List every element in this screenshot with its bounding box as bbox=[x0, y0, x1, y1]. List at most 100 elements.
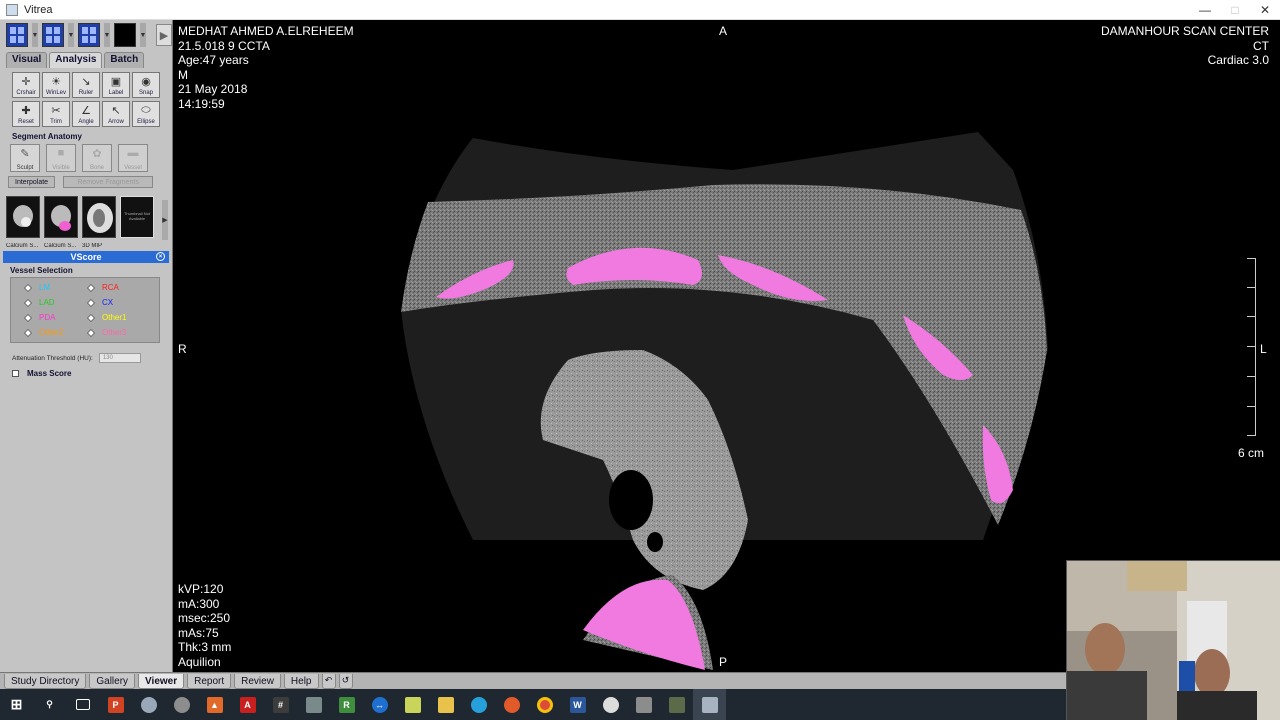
search-icon[interactable]: ⚲ bbox=[33, 689, 66, 720]
rstudio-icon[interactable]: R bbox=[330, 689, 363, 720]
sculpt-button[interactable]: ✎ Sculpt bbox=[10, 144, 40, 172]
trim-icon: ✂ bbox=[51, 105, 61, 117]
app-window: Vitrea — □ ✕ ▼ ▼ ▼ ▼ ▶ Visual Analysis B… bbox=[0, 0, 1280, 720]
redo-icon[interactable]: ↺ bbox=[338, 673, 353, 689]
angle-tool-button[interactable]: ∠ Angle bbox=[72, 101, 100, 127]
tab-gallery[interactable]: Gallery bbox=[89, 673, 136, 689]
chevron-down-icon[interactable]: ▼ bbox=[104, 23, 110, 47]
chrome-alt-icon[interactable] bbox=[132, 689, 165, 720]
close-icon[interactable]: ✕ bbox=[1250, 3, 1280, 17]
media-icon[interactable] bbox=[627, 689, 660, 720]
matlab-icon[interactable]: ▲ bbox=[198, 689, 231, 720]
vessel-option[interactable]: RCA bbox=[86, 280, 151, 295]
window-level-tool-button[interactable]: ☀ WinLev bbox=[42, 72, 70, 98]
play-icon[interactable]: ▶ bbox=[156, 24, 172, 46]
minimize-icon[interactable]: — bbox=[1190, 3, 1220, 17]
vessel-label: Other1 bbox=[102, 313, 127, 322]
remove-fragments-button[interactable]: Remove Fragments bbox=[63, 176, 154, 188]
thumbnail-scroll-button[interactable]: ▶ bbox=[162, 200, 168, 240]
thickness-value: Thk:3 mm bbox=[178, 640, 232, 655]
layout-grid-button[interactable] bbox=[78, 23, 100, 47]
vessel-option[interactable]: LAD bbox=[23, 295, 88, 310]
calculator-icon[interactable]: # bbox=[264, 689, 297, 720]
tab-report[interactable]: Report bbox=[187, 673, 232, 689]
word-icon[interactable]: W bbox=[561, 689, 594, 720]
chevron-down-icon[interactable]: ▼ bbox=[140, 23, 146, 47]
bone-icon: ✿ bbox=[92, 148, 102, 160]
interpolate-button[interactable]: Interpolate bbox=[8, 176, 56, 188]
teamviewer-icon[interactable]: ↔ bbox=[363, 689, 396, 720]
chrome-icon[interactable] bbox=[528, 689, 561, 720]
editor-icon[interactable] bbox=[660, 689, 693, 720]
visible-button[interactable]: ■ Visible bbox=[46, 144, 76, 172]
settings-icon[interactable] bbox=[165, 689, 198, 720]
label-icon: ▣ bbox=[110, 76, 122, 88]
ruler-icon: ↘ bbox=[81, 76, 91, 88]
close-icon[interactable]: × bbox=[156, 252, 165, 261]
vitrea-icon[interactable] bbox=[693, 689, 726, 720]
camera-icon: ◉ bbox=[141, 76, 151, 88]
snap-tool-button[interactable]: ◉ Snap bbox=[132, 72, 160, 98]
tab-study-directory[interactable]: Study Directory bbox=[4, 673, 87, 689]
vessel-label: RCA bbox=[102, 283, 119, 292]
undo-icon[interactable]: ↶ bbox=[321, 673, 336, 689]
reset-tool-button[interactable]: ✚ Reset bbox=[12, 101, 40, 127]
visible-icon: ■ bbox=[57, 147, 65, 159]
task-view-icon[interactable] bbox=[66, 689, 99, 720]
tab-batch[interactable]: Batch bbox=[104, 52, 145, 68]
chevron-down-icon[interactable]: ▼ bbox=[32, 23, 38, 47]
arrow-tool-button[interactable]: ↖ Arrow bbox=[102, 101, 130, 127]
thumbnail-calcium-score-2[interactable] bbox=[44, 196, 78, 238]
vessel-button[interactable]: ▬ Vessel bbox=[118, 144, 148, 172]
trim-tool-button[interactable]: ✂ Trim bbox=[42, 101, 70, 127]
diamond-icon bbox=[86, 298, 96, 307]
tab-analysis[interactable]: Analysis bbox=[49, 52, 103, 68]
layout-black-button[interactable] bbox=[114, 23, 136, 47]
diamond-icon bbox=[23, 283, 33, 292]
thumbnail-3d-mip[interactable] bbox=[82, 196, 116, 238]
mas-value: mAs:75 bbox=[178, 625, 219, 640]
vessel-option[interactable]: Other2 bbox=[23, 325, 88, 340]
tab-help[interactable]: Help bbox=[283, 673, 319, 689]
start-icon[interactable]: ⊞ bbox=[0, 689, 33, 720]
disk-icon[interactable] bbox=[594, 689, 627, 720]
vessel-label: CX bbox=[102, 298, 114, 307]
tab-review[interactable]: Review bbox=[234, 673, 281, 689]
study-line: 21.5.018 9 CCTA bbox=[178, 38, 270, 53]
scanner-name: Aquilion bbox=[178, 654, 221, 669]
chevron-down-icon[interactable]: ▼ bbox=[68, 23, 74, 47]
thumbnail-not-available[interactable]: Thumbnail Not Available bbox=[120, 196, 154, 238]
bone-button[interactable]: ✿ Bone bbox=[82, 144, 112, 172]
study-date: 21 May 2018 bbox=[178, 82, 248, 97]
scale-bar bbox=[1246, 258, 1256, 436]
vessel-option[interactable]: LM bbox=[23, 280, 88, 295]
thumbnail-calcium-score-1[interactable] bbox=[6, 196, 40, 238]
notepad-icon[interactable] bbox=[396, 689, 429, 720]
network-icon[interactable] bbox=[462, 689, 495, 720]
maximize-icon[interactable]: □ bbox=[1220, 3, 1250, 17]
crosshair-tool-button[interactable]: ✛ Crshair bbox=[12, 72, 40, 98]
tab-visual[interactable]: Visual bbox=[6, 52, 48, 68]
tab-viewer[interactable]: Viewer bbox=[138, 673, 185, 689]
layout-2x2-button[interactable] bbox=[42, 23, 64, 47]
vessel-selection-list: LM RCA LAD CX PDA Other1 Other2 Other3 bbox=[10, 277, 160, 343]
vessel-option[interactable]: CX bbox=[86, 295, 151, 310]
powerpoint-icon[interactable]: P bbox=[99, 689, 132, 720]
attenuation-threshold-input[interactable]: 130 bbox=[98, 353, 141, 363]
layout-1x1-button[interactable] bbox=[6, 23, 28, 47]
orientation-top: A bbox=[719, 24, 728, 38]
folder-icon[interactable] bbox=[429, 689, 462, 720]
acrobat-icon[interactable]: A bbox=[231, 689, 264, 720]
gear-icon[interactable] bbox=[495, 689, 528, 720]
vessel-option[interactable]: Other1 bbox=[86, 310, 151, 325]
vessel-option[interactable]: Other3 bbox=[86, 325, 151, 340]
window-title: Vitrea bbox=[24, 3, 53, 16]
mass-score-label: Mass Score bbox=[27, 369, 72, 378]
label-tool-button[interactable]: ▣ Label bbox=[102, 72, 130, 98]
vessel-label: Other3 bbox=[102, 328, 127, 337]
vessel-option[interactable]: PDA bbox=[23, 310, 88, 325]
app-icon[interactable] bbox=[297, 689, 330, 720]
ruler-tool-button[interactable]: ↘ Ruler bbox=[72, 72, 100, 98]
mass-score-checkbox[interactable] bbox=[12, 370, 19, 377]
ellipse-tool-button[interactable]: ⬭ Ellipse bbox=[132, 101, 160, 127]
